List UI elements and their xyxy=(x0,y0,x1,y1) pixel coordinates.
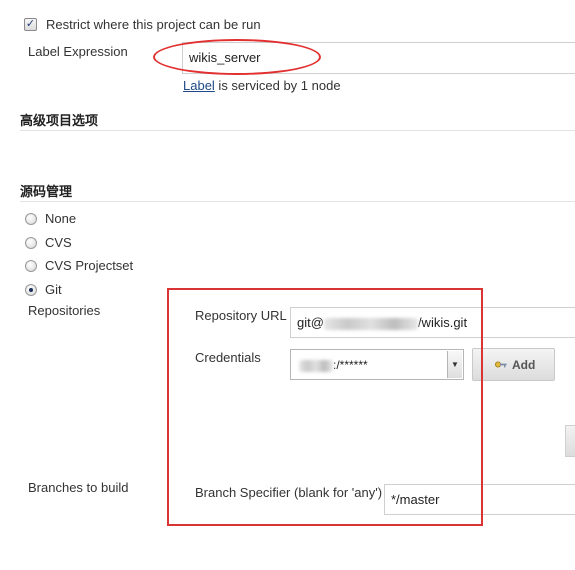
add-button-label: Add xyxy=(512,358,536,372)
add-credentials-button[interactable]: Add xyxy=(472,348,555,381)
branches-label: Branches to build xyxy=(28,480,129,495)
advanced-button-partial[interactable] xyxy=(565,425,575,457)
restrict-checkbox-label: Restrict where this project can be run xyxy=(46,17,261,32)
serviced-text: is serviced by 1 node xyxy=(214,78,341,93)
repositories-label: Repositories xyxy=(28,303,101,318)
radio-git[interactable] xyxy=(25,284,37,296)
radio-cvs-projectset-label: CVS Projectset xyxy=(45,258,134,273)
radio-none-label: None xyxy=(45,211,77,226)
label-expression-label: Label Expression xyxy=(28,44,128,59)
annotation-ellipse xyxy=(153,39,321,75)
divider xyxy=(20,130,575,131)
radio-cvs[interactable] xyxy=(25,237,37,249)
serviced-info: Label is serviced by 1 node xyxy=(183,78,341,93)
restrict-checkbox[interactable]: ✓ xyxy=(24,18,37,31)
radio-none[interactable] xyxy=(25,213,37,225)
scm-heading: 源码管理 xyxy=(20,185,73,200)
radio-git-label: Git xyxy=(45,282,62,297)
radio-cvs-label: CVS xyxy=(45,235,72,250)
radio-cvs-projectset[interactable] xyxy=(25,260,37,272)
divider xyxy=(20,201,575,202)
annotation-rectangle xyxy=(167,288,483,526)
label-link[interactable]: Label xyxy=(183,78,215,93)
advanced-options-heading: 高级项目选项 xyxy=(20,114,99,129)
key-icon xyxy=(495,361,507,368)
